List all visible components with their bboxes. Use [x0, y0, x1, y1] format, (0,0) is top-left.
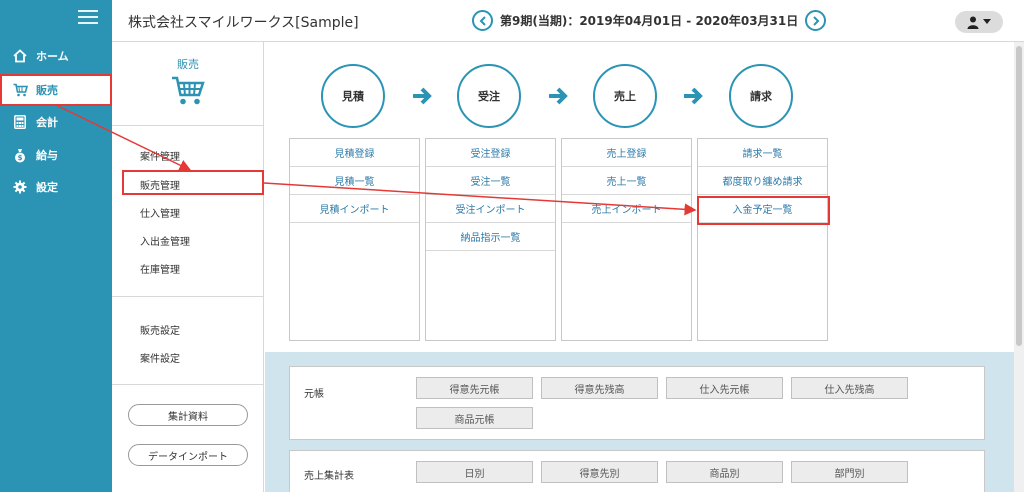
divider: [112, 384, 264, 385]
user-menu-button[interactable]: [955, 11, 1003, 33]
link-estimate-register[interactable]: 見積登録: [290, 139, 419, 167]
link-sales-register[interactable]: 売上登録: [562, 139, 691, 167]
order-column: 受注登録 受注一覧 受注インポート 納品指示一覧: [425, 138, 556, 341]
divider: [112, 296, 264, 297]
cart-icon: [12, 82, 28, 98]
left-nav: ホーム 販売 会計 $ 給与 設定: [0, 0, 112, 492]
cart-icon: [172, 76, 205, 105]
link-expected-payments[interactable]: 入金予定一覧: [698, 195, 827, 223]
product-ledger-button[interactable]: 商品元帳: [416, 407, 533, 429]
link-invoice-list[interactable]: 請求一覧: [698, 139, 827, 167]
nav-item-label: 給与: [36, 149, 58, 162]
period-text: 第9期(当期)：2019年04月01日 - 2020年03月31日: [500, 14, 799, 28]
by-department-button[interactable]: 部門別: [791, 461, 908, 483]
ledger-panel: 元帳 得意先元帳 得意先残高 仕入先元帳 仕入先残高 商品元帳: [289, 366, 985, 440]
link-order-import[interactable]: 受注インポート: [426, 195, 555, 223]
header: 株式会社スマイルワークス[Sample] 第9期(当期)：2019年04月01日…: [112, 0, 1024, 42]
scroll-thumb[interactable]: [1016, 46, 1022, 346]
submenu-link-cash-management[interactable]: 入出金管理: [140, 233, 190, 248]
chevron-right-icon: [813, 15, 820, 26]
nav-item-settings[interactable]: 設定: [0, 171, 112, 203]
svg-text:$: $: [18, 154, 23, 162]
billing-column: 請求一覧 都度取り纏め請求 入金予定一覧: [697, 138, 828, 341]
caret-down-icon: [983, 19, 991, 24]
stage-estimate: 見積: [321, 64, 385, 128]
submenu-link-projects[interactable]: 案件管理: [140, 148, 180, 163]
link-delivery-instructions[interactable]: 納品指示一覧: [426, 223, 555, 251]
customer-balance-button[interactable]: 得意先残高: [541, 377, 658, 399]
stage-sales: 売上: [593, 64, 657, 128]
link-order-list[interactable]: 受注一覧: [426, 167, 555, 195]
ledger-label: 元帳: [304, 389, 324, 400]
arrow-right-icon: [684, 87, 703, 105]
nav-item-label: 販売: [36, 84, 58, 97]
prev-period-button[interactable]: [472, 10, 493, 31]
submenu-title: 販売: [177, 58, 199, 71]
submenu-link-inventory[interactable]: 在庫管理: [140, 261, 180, 276]
submenu-link-project-settings[interactable]: 案件設定: [140, 350, 180, 365]
link-estimate-import[interactable]: 見積インポート: [290, 195, 419, 223]
sales-summary-label: 売上集計表: [304, 471, 354, 482]
period-selector: 第9期(当期)：2019年04月01日 - 2020年03月31日: [472, 10, 827, 31]
link-consolidated-billing[interactable]: 都度取り纏め請求: [698, 167, 827, 195]
link-order-register[interactable]: 受注登録: [426, 139, 555, 167]
reports-area: 元帳 得意先元帳 得意先残高 仕入先元帳 仕入先残高 商品元帳 売上集計表 日別…: [265, 352, 1014, 492]
user-icon: [967, 16, 979, 29]
link-estimate-list[interactable]: 見積一覧: [290, 167, 419, 195]
sales-column: 売上登録 売上一覧 売上インポート: [561, 138, 692, 341]
by-product-button[interactable]: 商品別: [666, 461, 783, 483]
home-icon: [12, 48, 28, 64]
arrow-right-icon: [549, 87, 568, 105]
link-sales-import[interactable]: 売上インポート: [562, 195, 691, 223]
by-customer-button[interactable]: 得意先別: [541, 461, 658, 483]
customer-ledger-button[interactable]: 得意先元帳: [416, 377, 533, 399]
sales-summary-panel: 売上集計表 日別 得意先別 商品別 部門別: [289, 450, 985, 492]
submenu-header: 販売: [112, 42, 264, 126]
nav-item-home[interactable]: ホーム: [0, 40, 112, 72]
nav-item-sales[interactable]: 販売: [0, 74, 112, 106]
calculator-icon: [12, 114, 28, 130]
hamburger-menu-icon[interactable]: [78, 10, 98, 26]
submenu-link-sales-settings[interactable]: 販売設定: [140, 322, 180, 337]
next-period-button[interactable]: [805, 10, 827, 31]
stage-billing: 請求: [729, 64, 793, 128]
sales-submenu: 販売 案件管理 販売管理 仕入管理 入出金管理 在庫管理 販売設定 案件設定 集…: [112, 42, 264, 492]
main-content: 見積 受注 売上 請求 見積登録 見積一覧 見積インポート 受注登録 受注一覧 …: [265, 42, 1014, 492]
nav-item-payroll[interactable]: $ 給与: [0, 139, 112, 171]
stage-order: 受注: [457, 64, 521, 128]
nav-item-accounting[interactable]: 会計: [0, 106, 112, 138]
data-import-button[interactable]: データインポート: [128, 444, 248, 466]
supplier-ledger-button[interactable]: 仕入先元帳: [666, 377, 783, 399]
submenu-link-sales-management[interactable]: 販売管理: [140, 177, 180, 192]
arrow-right-icon: [413, 87, 432, 105]
daily-button[interactable]: 日別: [416, 461, 533, 483]
nav-item-label: 設定: [36, 181, 58, 194]
money-bag-icon: $: [12, 147, 28, 163]
nav-item-label: ホーム: [36, 50, 69, 63]
company-title: 株式会社スマイルワークス[Sample]: [128, 15, 359, 31]
link-sales-list[interactable]: 売上一覧: [562, 167, 691, 195]
aggregate-reports-button[interactable]: 集計資料: [128, 404, 248, 426]
nav-item-label: 会計: [36, 116, 58, 129]
supplier-balance-button[interactable]: 仕入先残高: [791, 377, 908, 399]
chevron-left-icon: [479, 15, 486, 26]
submenu-link-purchase-management[interactable]: 仕入管理: [140, 205, 180, 220]
estimate-column: 見積登録 見積一覧 見積インポート: [289, 138, 420, 341]
scrollbar[interactable]: [1014, 42, 1024, 492]
gear-icon: [12, 179, 28, 195]
